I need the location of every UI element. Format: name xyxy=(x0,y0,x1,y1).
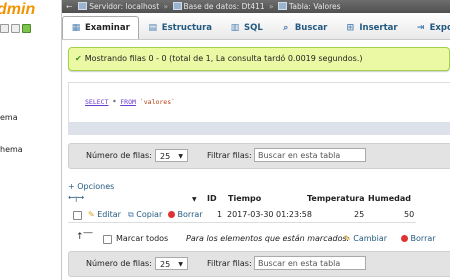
sort-icon[interactable]: ▼ xyxy=(192,196,197,208)
pencil-icon: ✎ xyxy=(88,210,95,219)
server-icon xyxy=(78,2,88,10)
column-header-id[interactable]: ID xyxy=(207,194,217,206)
copy-icon: ⧉ xyxy=(128,210,134,219)
cell-temperatura[interactable]: 25 xyxy=(354,210,364,219)
column-arrows-icon[interactable]: ←┬→ xyxy=(68,193,84,202)
tab-insertar[interactable]: ⊞ Insertar xyxy=(336,16,406,39)
column-header-humedad[interactable]: Humedad xyxy=(368,194,411,206)
delete-selected-button[interactable]: Borrar xyxy=(401,234,436,243)
sidebar-item-schema-2[interactable]: hema xyxy=(0,145,23,154)
structure-icon: ▤ xyxy=(148,22,158,33)
select-arrow-icon: ↑‾‾ xyxy=(76,232,93,242)
cell-tiempo[interactable]: 2017-03-30 01:23:58 xyxy=(227,210,312,219)
filter-rows-input[interactable]: Buscar en esta tabla xyxy=(254,148,366,162)
cell-id[interactable]: 1 xyxy=(217,210,222,219)
sql-query-box: SELECT * FROM `valores` xyxy=(68,82,450,123)
success-message-text: Mostrando filas 0 - 0 (total de 1, La co… xyxy=(84,54,363,63)
check-all-label[interactable]: Marcar todos xyxy=(116,234,168,243)
rows-count-select[interactable]: 25 ▼ xyxy=(155,257,188,270)
tab-bar: ▦ Examinar ▤ Estructura ▥ SQL ⌕ Buscar ⊞… xyxy=(62,13,450,40)
insert-icon: ⊞ xyxy=(346,22,355,33)
change-button[interactable]: ✎ Cambiar xyxy=(344,234,387,243)
rows-count-select[interactable]: 25 ▼ xyxy=(155,149,188,162)
sql-icon: ▥ xyxy=(230,22,240,33)
rows-navigation-top: Número de filas: 25 ▼ Filtrar filas: Bus… xyxy=(68,143,450,169)
tab-sql[interactable]: ▥ SQL xyxy=(221,16,272,39)
check-all-checkbox[interactable] xyxy=(103,235,112,244)
edit-label: Editar xyxy=(97,210,121,219)
breadcrumb-table[interactable]: Tabla: Valores xyxy=(289,2,341,11)
database-icon xyxy=(172,2,182,10)
delete-icon xyxy=(401,235,408,242)
rows-navigation-bottom: Número de filas: 25 ▼ Filtrar filas: Bus… xyxy=(68,251,450,277)
for-marked-label: Para los elementos que están marcados: xyxy=(186,234,350,243)
cell-humedad[interactable]: 50 xyxy=(404,210,414,219)
back-arrow-icon[interactable]: ← xyxy=(66,0,72,13)
filter-rows-label: Filtrar filas: xyxy=(207,259,252,268)
delete-selected-label: Borrar xyxy=(410,234,436,243)
sql-keyword[interactable]: SELECT xyxy=(85,98,108,106)
tab-examinar[interactable]: ▦ Examinar xyxy=(62,16,139,39)
export-icon: ⇥ xyxy=(416,22,425,33)
reload-icon[interactable] xyxy=(22,24,31,33)
sql-query-footer xyxy=(68,122,450,135)
grid-icon: ▦ xyxy=(71,22,81,33)
breadcrumb-database[interactable]: Base de datos: Dt411 xyxy=(184,2,265,11)
breadcrumb-separator: » xyxy=(161,2,171,11)
success-message: ✔ Mostrando filas 0 - 0 (total de 1, La c… xyxy=(68,47,450,71)
delete-label: Borrar xyxy=(177,210,203,219)
rows-count-label: Número de filas: xyxy=(86,151,152,160)
delete-icon xyxy=(168,211,175,218)
sidebar-item-schema[interactable]: ema xyxy=(0,113,18,122)
sidebar-toolbar xyxy=(0,24,31,33)
chevron-down-icon: ▼ xyxy=(178,261,183,268)
copy-label: Copiar xyxy=(136,210,163,219)
tab-label: Buscar xyxy=(294,23,328,33)
breadcrumb-server[interactable]: Servidor: localhost xyxy=(89,2,159,11)
rows-count-value: 25 xyxy=(160,152,171,161)
bulk-actions-bar: ↑‾‾ Marcar todos Para los elementos que … xyxy=(68,232,450,246)
column-header-temperatura[interactable]: Temperatura xyxy=(307,194,365,206)
filter-rows-input[interactable]: Buscar en esta tabla xyxy=(254,256,366,270)
sql-table-name: `valores` xyxy=(139,98,176,106)
breadcrumb: ← Servidor: localhost » Base de datos: Dt… xyxy=(62,0,450,13)
breadcrumb-separator: » xyxy=(266,2,277,11)
settings-icon[interactable] xyxy=(11,24,20,33)
pencil-icon: ✎ xyxy=(344,234,351,243)
navigation-sidebar: dmin ema hema xyxy=(0,0,62,280)
tab-label: Estructura xyxy=(161,23,213,33)
table-icon xyxy=(278,2,288,10)
edit-button[interactable]: ✎ Editar xyxy=(88,210,121,219)
home-icon[interactable] xyxy=(0,24,9,33)
rows-count-value: 25 xyxy=(160,260,171,269)
chevron-down-icon: ▼ xyxy=(178,153,183,160)
row-checkbox[interactable] xyxy=(73,211,82,220)
rows-count-label: Número de filas: xyxy=(86,259,152,268)
check-icon: ✔ xyxy=(75,54,82,63)
tab-label: Insertar xyxy=(359,23,398,33)
tab-label: Examinar xyxy=(85,23,130,33)
sql-keyword[interactable]: FROM xyxy=(120,98,136,106)
column-header-tiempo[interactable]: Tiempo xyxy=(228,194,261,206)
tab-label: Exportar xyxy=(429,23,450,33)
tab-label: SQL xyxy=(244,23,263,33)
tab-exportar[interactable]: ⇥ Exportar xyxy=(407,16,450,39)
change-label: Cambiar xyxy=(353,234,388,243)
table-row: ✎ Editar ⧉ Copiar Borrar 1 2017-03-30 01… xyxy=(68,208,416,223)
search-icon: ⌕ xyxy=(283,22,289,33)
phpmyadmin-logo[interactable]: dmin xyxy=(0,1,35,19)
tab-estructura[interactable]: ▤ Estructura xyxy=(139,16,221,39)
copy-button[interactable]: ⧉ Copiar xyxy=(128,210,162,220)
options-link[interactable]: + Opciones xyxy=(68,182,114,191)
tab-buscar[interactable]: ⌕ Buscar xyxy=(272,16,337,39)
filter-rows-label: Filtrar filas: xyxy=(207,151,252,160)
sql-query: SELECT * FROM `valores` xyxy=(85,98,175,106)
sql-star: * xyxy=(112,98,117,106)
delete-button[interactable]: Borrar xyxy=(168,210,203,219)
